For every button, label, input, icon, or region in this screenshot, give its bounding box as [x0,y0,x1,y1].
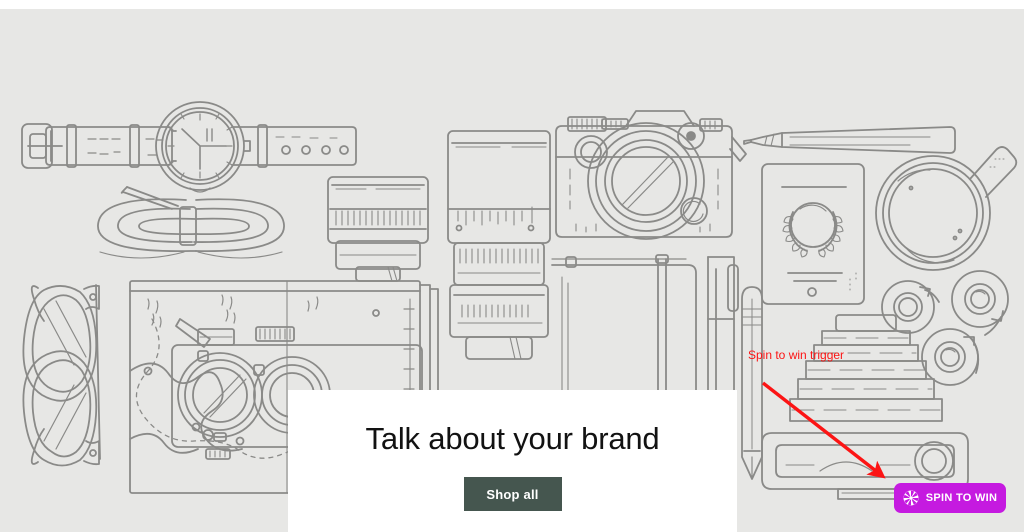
prize-wheel-icon [903,490,919,506]
shop-all-button[interactable]: Shop all [463,477,562,512]
wristwatch-illustration [21,101,357,193]
smartphone-laurel-illustration [761,163,865,305]
pencil-illustration [743,126,956,154]
page-title: Talk about your brand [365,421,660,456]
top-announcement-strip [0,0,1024,9]
spin-to-win-button[interactable]: SPIN TO WIN [894,483,1006,513]
camera-lens-telephoto-illustration [447,130,551,360]
camera-lens-short-illustration [327,176,429,282]
film-rolls-illustration [881,270,1009,386]
coiled-cable-illustration [97,186,285,259]
slr-camera-illustration [555,110,747,240]
hero-section: Talk about your brand Shop all [0,9,1024,532]
coffee-mug-illustration [875,146,1018,271]
spin-to-win-label: SPIN TO WIN [925,491,998,504]
sunglasses-illustration [22,284,101,467]
bellows-camera-illustration [761,314,969,500]
sharpened-pencil-illustration [741,286,763,480]
page-root: Talk about your brand Shop all Spin to w… [0,0,1024,532]
brand-card: Talk about your brand Shop all [288,390,737,532]
